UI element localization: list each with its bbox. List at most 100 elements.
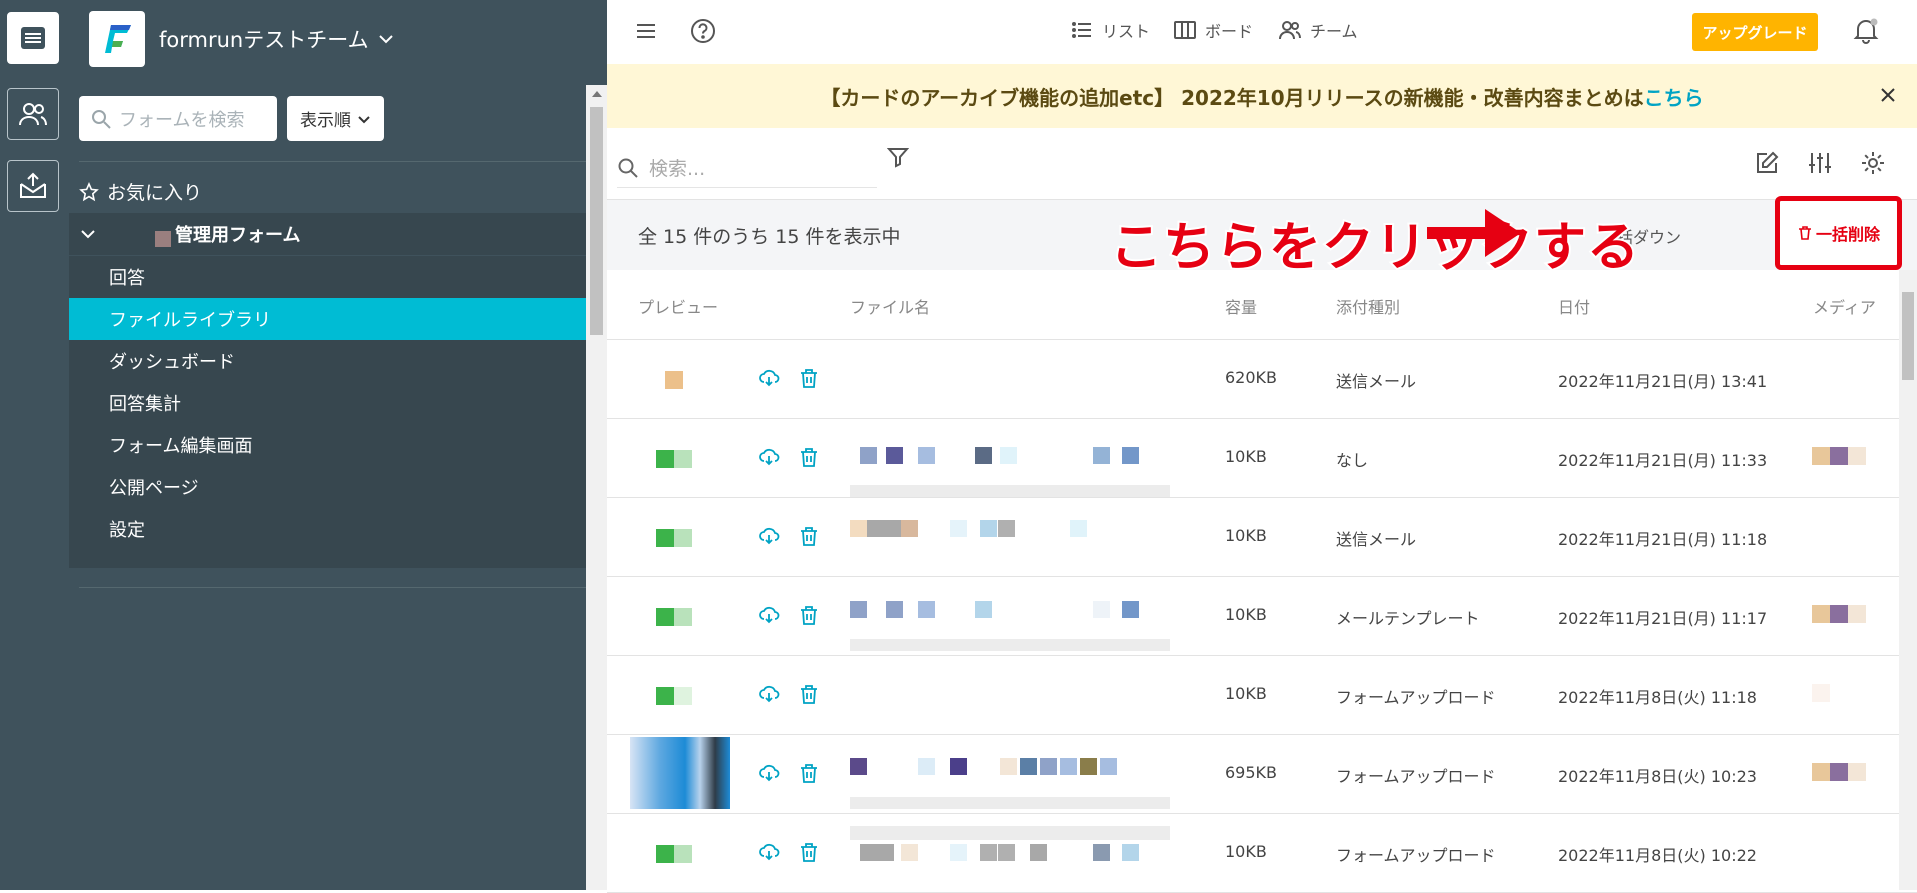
col-preview: プレビュー: [638, 298, 719, 317]
sidebar-item-dashboard[interactable]: ダッシュボード: [69, 340, 586, 382]
bell-icon[interactable]: [1852, 16, 1880, 44]
trash-icon[interactable]: [798, 604, 820, 626]
form-list-icon: [21, 27, 45, 49]
trash-icon[interactable]: [798, 525, 820, 547]
edit-icon[interactable]: [1754, 150, 1780, 176]
table-row[interactable]: 10KB フォームアップロード 2022年11月8日(火) 11:18: [607, 656, 1917, 735]
col-filename[interactable]: ファイル名: [850, 294, 930, 318]
download-icon[interactable]: [758, 762, 780, 784]
close-icon[interactable]: [1877, 84, 1899, 106]
file-size: 10KB: [1225, 842, 1267, 861]
file-size: 10KB: [1225, 526, 1267, 545]
sidebar-item-aggregation[interactable]: 回答集計: [69, 382, 586, 424]
col-media[interactable]: メディア: [1813, 294, 1876, 318]
result-count: 全 15 件のうち 15 件を表示中: [638, 226, 901, 248]
file-preview-thumbnail[interactable]: [632, 826, 716, 882]
form-search-input[interactable]: フォームを検索: [79, 96, 277, 141]
media-thumbnail[interactable]: [1812, 605, 1866, 623]
formrun-logo-icon: [105, 25, 131, 53]
sidebar-item-file-library[interactable]: ファイルライブラリ: [69, 298, 586, 340]
sidebar-item-public-page[interactable]: 公開ページ: [69, 466, 586, 508]
file-table-body: 620KB 送信メール 2022年11月21日(月) 13:41 10KB なし…: [607, 340, 1917, 893]
trash-icon[interactable]: [798, 446, 820, 468]
team-switcher[interactable]: formrunテストチーム: [89, 10, 395, 68]
sidebar-scrollbar[interactable]: [586, 85, 607, 890]
media-thumbnail[interactable]: [1812, 447, 1866, 465]
download-icon[interactable]: [758, 604, 780, 626]
forms-rail-button[interactable]: [7, 12, 59, 64]
trash-icon: [1798, 226, 1811, 240]
trash-icon[interactable]: [798, 841, 820, 863]
users-icon: [19, 103, 47, 126]
sidebar-item-responses[interactable]: 回答: [69, 256, 586, 298]
attachment-type: 送信メール: [1336, 372, 1417, 391]
sidebar-item-label: 回答集計: [109, 394, 181, 415]
file-preview-thumbnail[interactable]: [632, 510, 716, 566]
sort-dropdown[interactable]: 表示順: [287, 96, 384, 141]
form-sidebar: formrunテストチーム フォームを検索 表示順 お気に入り 管理用フォーム …: [69, 0, 607, 890]
form-group-header[interactable]: 管理用フォーム: [69, 213, 586, 255]
menu-icon[interactable]: [635, 20, 657, 42]
attachment-type: フォームアップロード: [1336, 846, 1496, 865]
trash-icon[interactable]: [798, 367, 820, 389]
file-preview-thumbnail[interactable]: [632, 431, 716, 487]
help-icon[interactable]: [690, 18, 716, 44]
trash-icon[interactable]: [798, 762, 820, 784]
tab-list[interactable]: リスト: [1070, 18, 1150, 42]
file-preview-thumbnail[interactable]: [632, 668, 716, 724]
sliders-icon[interactable]: [1807, 150, 1833, 176]
file-preview-thumbnail[interactable]: [632, 352, 716, 408]
col-type[interactable]: 添付種別: [1336, 294, 1400, 318]
trash-icon[interactable]: [798, 683, 820, 705]
download-icon[interactable]: [758, 525, 780, 547]
download-icon[interactable]: [758, 367, 780, 389]
filter-icon[interactable]: [887, 146, 909, 168]
file-search-input[interactable]: 検索...: [617, 148, 877, 188]
content-scrollbar[interactable]: [1899, 270, 1917, 890]
team-logo: [89, 11, 145, 67]
export-rail-button[interactable]: [7, 160, 59, 212]
attachment-type: フォームアップロード: [1336, 688, 1496, 707]
file-name-redacted: [850, 423, 1170, 497]
banner-link[interactable]: こちら: [1644, 82, 1704, 111]
sort-label: 表示順: [300, 111, 351, 131]
members-rail-button[interactable]: [7, 88, 59, 140]
table-row[interactable]: 10KB フォームアップロード 2022年11月8日(火) 10:22: [607, 814, 1917, 893]
col-size[interactable]: 容量: [1225, 294, 1257, 318]
favorites-label: お気に入り: [107, 182, 203, 204]
table-row[interactable]: 10KB なし 2022年11月21日(月) 11:33: [607, 419, 1917, 498]
col-date[interactable]: 日付: [1558, 294, 1590, 318]
file-preview-thumbnail[interactable]: [632, 589, 716, 645]
file-size: 695KB: [1225, 763, 1278, 782]
sidebar-item-label: 公開ページ: [109, 478, 199, 499]
upgrade-button[interactable]: アップグレード: [1692, 13, 1818, 51]
file-date: 2022年11月8日(火) 11:18: [1558, 688, 1757, 707]
download-icon[interactable]: [758, 841, 780, 863]
tab-team[interactable]: チーム: [1278, 18, 1358, 42]
sidebar-item-settings[interactable]: 設定: [69, 508, 586, 550]
file-date: 2022年11月8日(火) 10:23: [1558, 767, 1757, 786]
media-thumbnail[interactable]: [1812, 684, 1830, 702]
scrollbar-thumb[interactable]: [1902, 292, 1914, 380]
table-row[interactable]: 695KB フォームアップロード 2022年11月8日(火) 10:23: [607, 735, 1917, 814]
file-size: 10KB: [1225, 447, 1267, 466]
table-row[interactable]: 10KB 送信メール 2022年11月21日(月) 11:18: [607, 498, 1917, 577]
tab-board[interactable]: ボード: [1173, 18, 1253, 42]
file-name-redacted: [850, 581, 1170, 653]
bulk-delete-label: 一括削除: [1815, 225, 1880, 244]
file-preview-thumbnail[interactable]: [630, 737, 730, 809]
table-row[interactable]: 620KB 送信メール 2022年11月21日(月) 13:41: [607, 340, 1917, 419]
scrollbar-thumb[interactable]: [590, 107, 603, 335]
scroll-up-arrow-icon[interactable]: [592, 91, 602, 97]
download-icon[interactable]: [758, 446, 780, 468]
favorites-item[interactable]: お気に入り: [79, 178, 202, 205]
bulk-delete-button[interactable]: 一括削除: [1775, 196, 1902, 270]
search-icon: [618, 158, 638, 178]
sidebar-item-form-editor[interactable]: フォーム編集画面: [69, 424, 586, 466]
gear-icon[interactable]: [1860, 150, 1886, 176]
file-date: 2022年11月21日(月) 11:17: [1558, 609, 1768, 628]
table-row[interactable]: 10KB メールテンプレート 2022年11月21日(月) 11:17: [607, 577, 1917, 656]
form-submenu: 回答 ファイルライブラリ ダッシュボード 回答集計 フォーム編集画面 公開ページ…: [69, 256, 586, 568]
download-icon[interactable]: [758, 683, 780, 705]
media-thumbnail[interactable]: [1812, 763, 1866, 781]
